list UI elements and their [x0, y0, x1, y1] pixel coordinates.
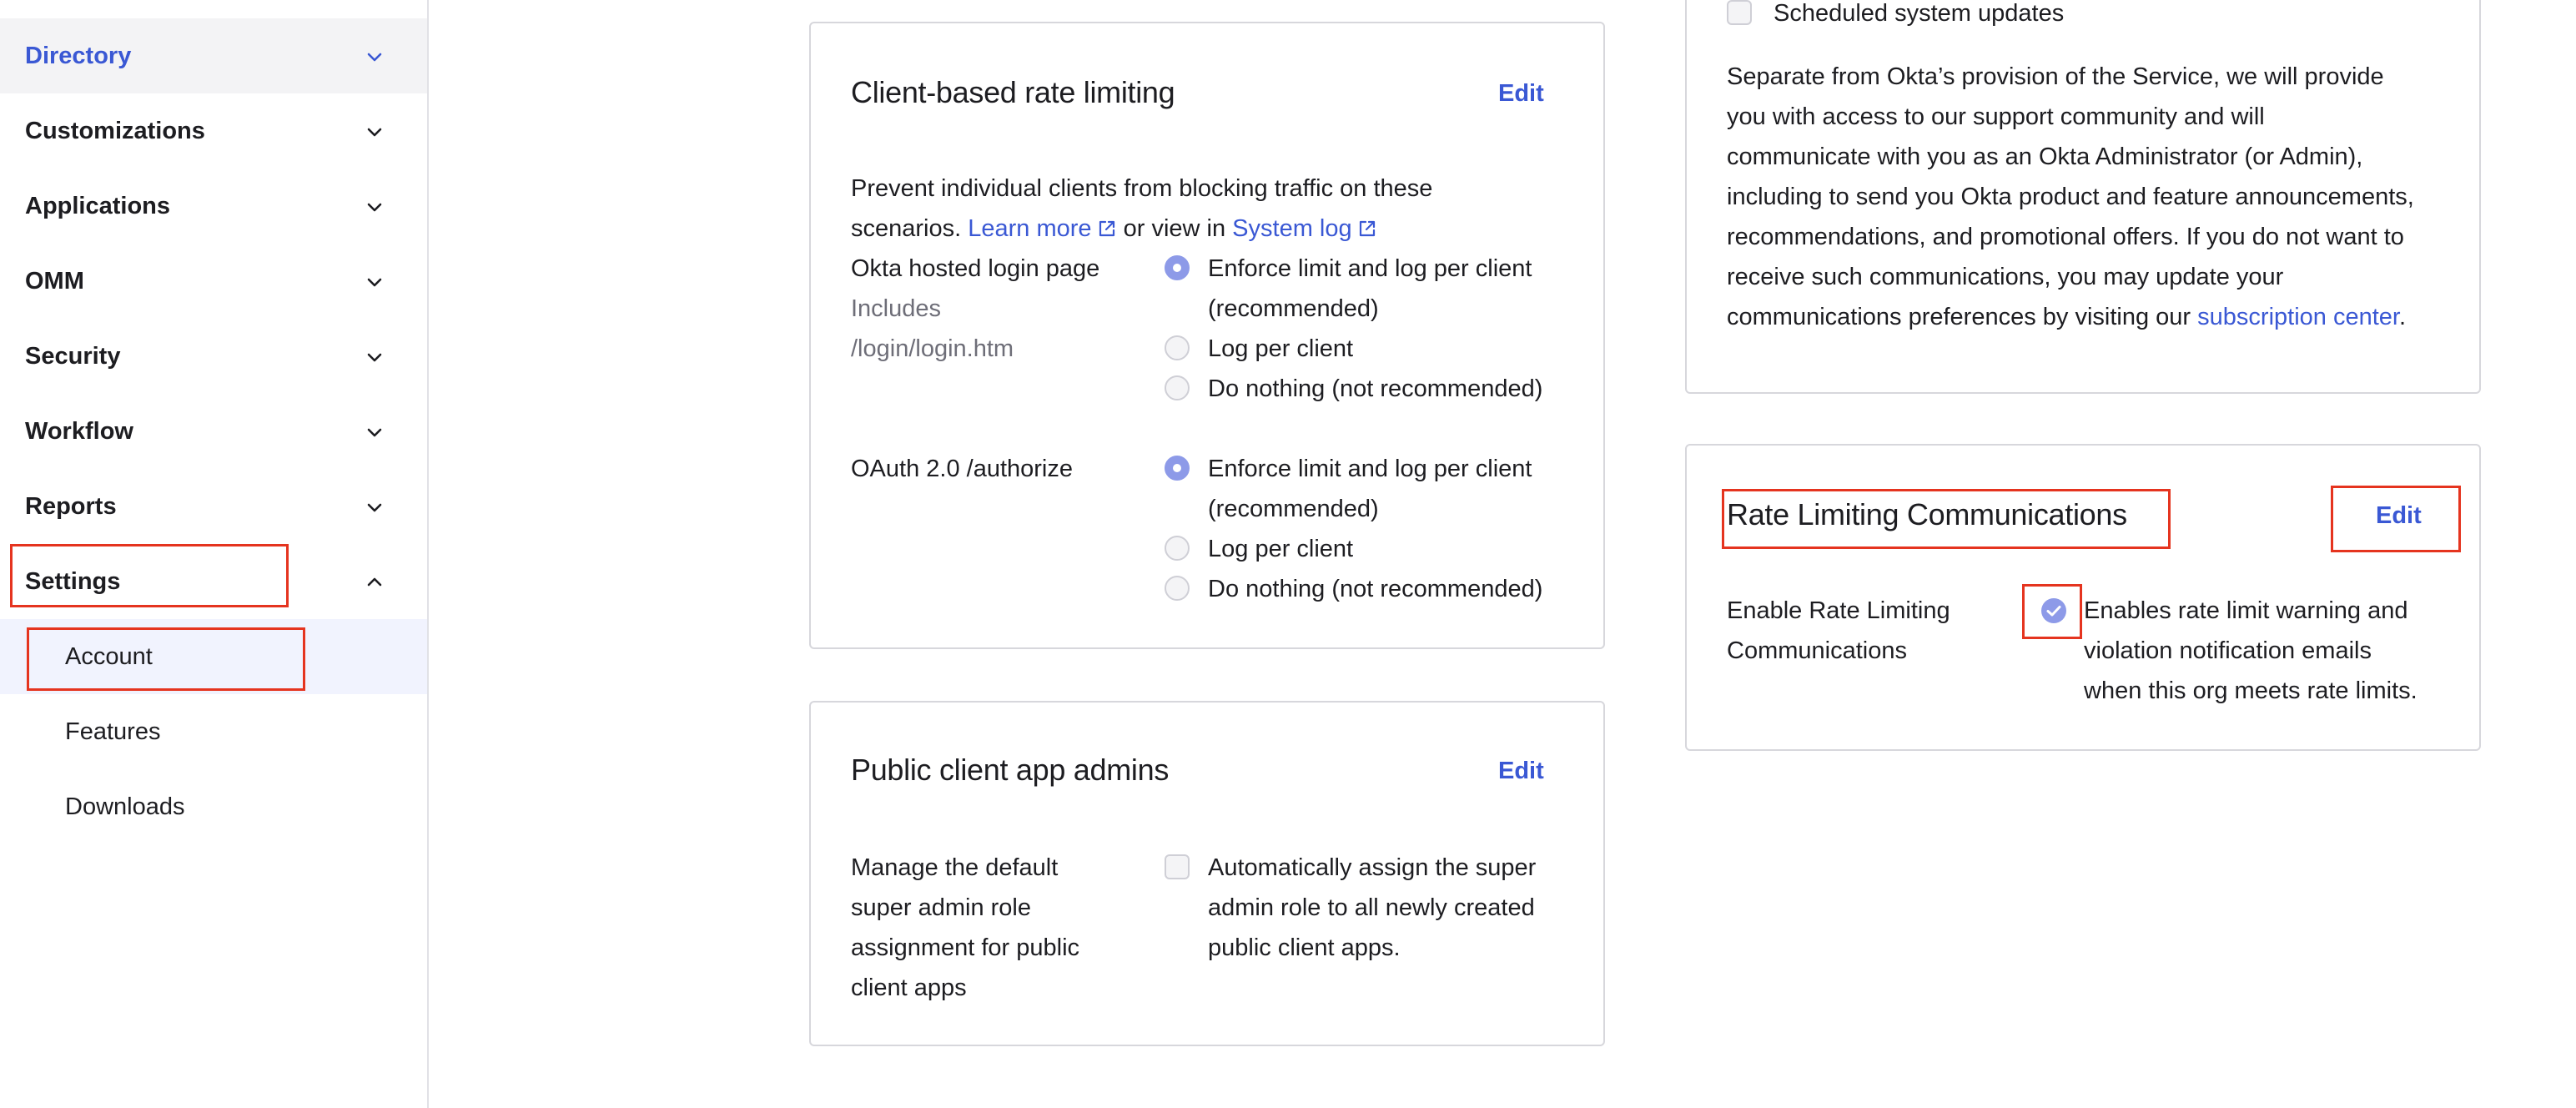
checkbox-label: Automatically assign the super: [1208, 854, 1537, 881]
radio-label: Enforce limit and log per client: [1208, 255, 1532, 282]
radio-do-nothing[interactable]: [1165, 375, 1190, 400]
description-text: super admin role: [851, 894, 1031, 921]
communications-card: Scheduled system updates Separate from O…: [1685, 0, 2481, 394]
sidebar-subitem-label: Downloads: [65, 793, 185, 820]
description-links: scenarios. Learn more or view in System …: [851, 209, 1377, 249]
sidebar-item-label: OMM: [25, 268, 84, 295]
card-title: Public client app admins: [851, 753, 1170, 787]
sidebar-item-label: Reports: [25, 493, 117, 520]
sidebar-item-applications[interactable]: Applications: [0, 169, 427, 244]
paragraph-line: communications preferences by visiting o…: [1727, 304, 2407, 330]
sidebar-item-omm[interactable]: OMM: [0, 244, 427, 319]
sidebar-item-customizations[interactable]: Customizations: [0, 93, 427, 169]
sidebar-subitem-label: Features: [65, 718, 161, 745]
sidebar-item-settings[interactable]: Settings: [0, 544, 427, 619]
radio-label: Do nothing (not recommended): [1208, 576, 1543, 602]
chevron-up-icon: [364, 572, 385, 593]
chevron-down-icon: [364, 346, 385, 368]
checkbox-label: public client apps.: [1208, 934, 1401, 961]
radio-label: Do nothing (not recommended): [1208, 375, 1543, 402]
paragraph-line: you with access to our support community…: [1727, 103, 2265, 130]
enable-rate-limit-checkbox[interactable]: [2040, 597, 2067, 624]
system-log-link[interactable]: System log: [1232, 215, 1376, 242]
checkmark-icon: [2041, 598, 2066, 623]
edit-button[interactable]: Edit: [2376, 502, 2422, 530]
paragraph-line: receive such communications, you may upd…: [1727, 264, 2284, 290]
field-value: Enables rate limit warning and: [2084, 597, 2408, 624]
sidebar: Directory Customizations Applications OM…: [0, 0, 429, 1108]
sidebar-item-security[interactable]: Security: [0, 319, 427, 394]
field-note: /login/login.htm: [851, 335, 1014, 362]
sidebar-item-label: Customizations: [25, 118, 205, 144]
radio-enforce-limit[interactable]: [1165, 456, 1190, 481]
description-text: scenarios.: [851, 215, 962, 242]
description-text: Manage the default: [851, 854, 1059, 881]
sidebar-subitem-account[interactable]: Account: [0, 619, 427, 694]
card-title: Client-based rate limiting: [851, 75, 1175, 109]
radio-label: Log per client: [1208, 536, 1354, 562]
rate-limiting-communications-card: Rate Limiting Communications Edit Enable…: [1685, 444, 2481, 751]
paragraph-line: communicate with you as an Okta Administ…: [1727, 144, 2363, 170]
chevron-down-icon: [364, 121, 385, 143]
sidebar-item-directory[interactable]: Directory: [0, 18, 427, 93]
learn-more-link[interactable]: Learn more: [968, 215, 1116, 242]
chevron-down-icon: [364, 496, 385, 518]
sidebar-subitem-features[interactable]: Features: [0, 694, 427, 769]
field-label-okta-hosted: Okta hosted login page: [851, 255, 1100, 282]
card-title: Rate Limiting Communications: [1727, 497, 2127, 531]
field-value: when this org meets rate limits.: [2084, 677, 2418, 704]
paragraph-line: recommendations, and promotional offers.…: [1727, 224, 2404, 250]
radio-label: (recommended): [1208, 496, 1379, 522]
sidebar-subitem-label: Account: [65, 643, 153, 670]
description-text: Prevent individual clients from blocking…: [851, 175, 1433, 202]
public-client-admins-card: Public client app admins Edit Manage the…: [809, 701, 1605, 1046]
radio-label: (recommended): [1208, 295, 1379, 322]
field-note: Includes: [851, 295, 942, 322]
sidebar-item-label: Security: [25, 343, 121, 370]
auto-assign-checkbox[interactable]: [1165, 854, 1190, 879]
external-link-icon: [1359, 220, 1375, 237]
description-text: or view in: [1123, 215, 1226, 242]
radio-enforce-limit[interactable]: [1165, 255, 1190, 280]
description-text: client apps: [851, 975, 967, 1001]
checkbox-label: Scheduled system updates: [1774, 0, 2065, 27]
radio-log-per-client[interactable]: [1165, 335, 1190, 360]
external-link-icon: [1099, 220, 1114, 237]
sidebar-item-reports[interactable]: Reports: [0, 469, 427, 544]
scheduled-updates-checkbox[interactable]: [1727, 0, 1752, 25]
sidebar-item-label: Workflow: [25, 418, 133, 445]
paragraph-line: Separate from Okta’s provision of the Se…: [1727, 63, 2384, 90]
field-label: Enable Rate Limiting: [1727, 597, 1950, 624]
field-value: violation notification emails: [2084, 637, 2372, 664]
radio-label: Enforce limit and log per client: [1208, 456, 1532, 482]
sidebar-item-label: Settings: [25, 568, 121, 595]
chevron-down-icon: [364, 271, 385, 293]
radio-do-nothing[interactable]: [1165, 576, 1190, 601]
checkbox-label: admin role to all newly created: [1208, 894, 1535, 921]
client-rate-limiting-card: Client-based rate limiting Edit Prevent …: [809, 22, 1605, 649]
sidebar-subitem-downloads[interactable]: Downloads: [0, 769, 427, 844]
paragraph-line: including to send you Okta product and f…: [1727, 184, 2414, 210]
field-label: Communications: [1727, 637, 1907, 664]
radio-log-per-client[interactable]: [1165, 536, 1190, 561]
edit-button[interactable]: Edit: [1498, 758, 1544, 785]
subscription-center-link[interactable]: subscription center: [2197, 304, 2399, 330]
sidebar-item-workflow[interactable]: Workflow: [0, 394, 427, 469]
edit-button[interactable]: Edit: [1498, 80, 1544, 108]
sidebar-item-label: Applications: [25, 193, 171, 219]
radio-label: Log per client: [1208, 335, 1354, 362]
field-label-oauth: OAuth 2.0 /authorize: [851, 456, 1073, 482]
chevron-down-icon: [364, 196, 385, 218]
sidebar-item-label: Directory: [25, 43, 132, 69]
chevron-down-icon: [364, 421, 385, 443]
chevron-down-icon: [364, 46, 385, 68]
description-text: assignment for public: [851, 934, 1080, 961]
